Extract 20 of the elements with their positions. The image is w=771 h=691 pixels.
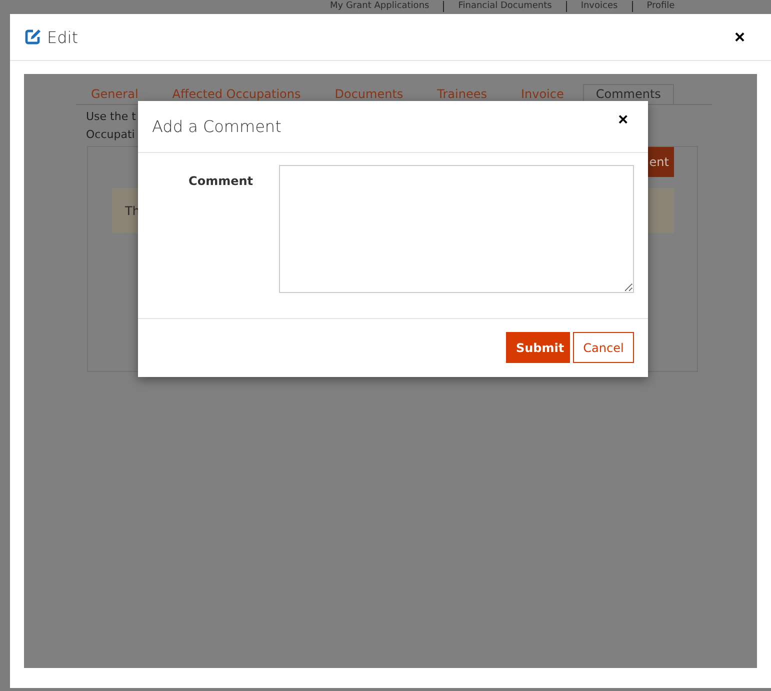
dialog-title: Edit: [47, 28, 78, 46]
tab[interactable]: General: [90, 84, 140, 104]
submit-button[interactable]: Submit: [506, 332, 570, 363]
nav-link[interactable]: My Grant Applications: [330, 1, 444, 12]
nav-link[interactable]: Financial Documents: [444, 1, 567, 12]
field-label: Comment: [188, 174, 253, 188]
nav-link[interactable]: Profile: [632, 1, 689, 12]
intro-text: Use the t: [86, 109, 136, 125]
tab[interactable]: Trainees: [436, 84, 488, 104]
tab[interactable]: Invoice: [520, 84, 565, 104]
intro-text: Occupati: [86, 127, 135, 143]
close-button[interactable]: ×: [728, 26, 751, 48]
cancel-button[interactable]: Cancel: [573, 332, 634, 363]
close-button[interactable]: ×: [612, 110, 634, 130]
nav-link[interactable]: Invoices: [566, 1, 633, 12]
edit-icon: [24, 28, 42, 46]
tab[interactable]: Documents: [334, 84, 404, 104]
comment-field[interactable]: [279, 165, 634, 293]
modal-title: Add a Comment: [152, 117, 282, 136]
tab[interactable]: Affected Occupations: [171, 84, 302, 104]
